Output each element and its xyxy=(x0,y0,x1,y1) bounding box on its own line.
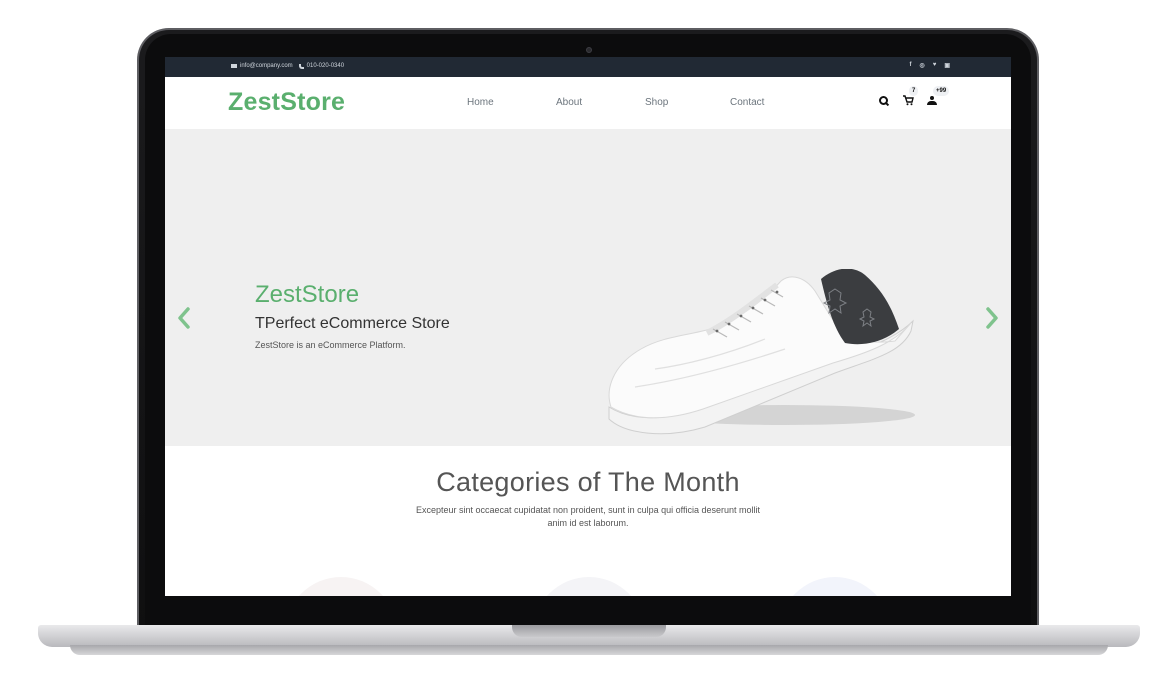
user-icon[interactable]: +99 xyxy=(927,86,950,106)
laptop-notch xyxy=(512,625,666,637)
category-item-1[interactable] xyxy=(285,577,397,596)
linkedin-icon[interactable]: ▣ xyxy=(944,62,950,69)
prev-slide-arrow-icon[interactable] xyxy=(177,307,191,329)
email-text: info@company.com xyxy=(240,63,293,69)
cart-count-badge: 7 xyxy=(909,86,919,96)
next-slide-arrow-icon[interactable] xyxy=(985,307,999,329)
laptop-screen: info@company.com 010-020-0340 f ◎ ♥ ▣ Ze… xyxy=(165,57,1011,596)
hero-banner: ZestStore TPerfect eCommerce Store ZestS… xyxy=(165,129,1011,446)
social-links: f ◎ ♥ ▣ xyxy=(910,62,950,69)
contact-info: info@company.com 010-020-0340 xyxy=(231,63,344,69)
nav-contact[interactable]: Contact xyxy=(730,97,764,108)
facebook-icon[interactable]: f xyxy=(910,62,912,69)
user-glyph xyxy=(927,95,937,105)
hero-title: ZestStore xyxy=(255,281,360,308)
categories-title: Categories of The Month xyxy=(436,467,740,497)
nav-about[interactable]: About xyxy=(556,97,582,108)
mail-icon xyxy=(231,64,237,68)
top-bar: info@company.com 010-020-0340 f ◎ ♥ ▣ xyxy=(165,57,1011,77)
phone-icon xyxy=(298,63,304,69)
nav-icons: 7 +99 xyxy=(879,86,950,106)
sneaker-image xyxy=(608,269,915,435)
category-item-3[interactable] xyxy=(779,577,891,596)
cart-glyph xyxy=(903,95,914,106)
nav-shop[interactable]: Shop xyxy=(645,97,668,108)
user-count-badge: +99 xyxy=(933,86,950,96)
laptop-base-shadow xyxy=(70,645,1108,655)
site-logo[interactable]: ZestStore xyxy=(228,88,345,117)
hero-subtitle: TPerfect eCommerce Store xyxy=(255,315,450,332)
webcam xyxy=(586,47,592,53)
phone-text: 010-020-0340 xyxy=(306,63,345,69)
main-navbar: ZestStore Home About Shop Contact 7 +99 xyxy=(165,77,1011,129)
instagram-icon[interactable]: ◎ xyxy=(920,62,925,69)
categories-description: Excepteur sint occaecat cupidatat non pr… xyxy=(415,505,761,528)
search-icon[interactable] xyxy=(879,95,889,106)
cart-icon[interactable]: 7 xyxy=(903,86,919,106)
email-contact[interactable]: info@company.com xyxy=(231,63,293,69)
nav-home[interactable]: Home xyxy=(467,97,494,108)
twitter-icon[interactable]: ♥ xyxy=(933,62,937,69)
category-item-2[interactable] xyxy=(533,577,645,596)
phone-contact[interactable]: 010-020-0340 xyxy=(298,63,345,69)
hero-description: ZestStore is an eCommerce Platform. xyxy=(255,340,406,350)
